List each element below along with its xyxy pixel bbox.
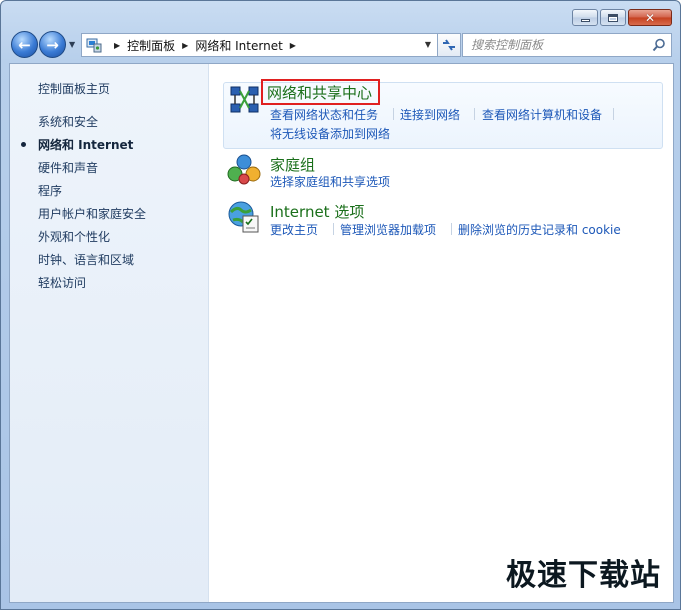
task-homegroup-sharing-options[interactable]: 选择家庭组和共享选项 [270, 173, 390, 190]
sidebar-item-control-panel-home[interactable]: 控制面板主页 [38, 80, 110, 97]
recent-pages-dropdown-icon[interactable]: ▼ [69, 40, 75, 49]
close-icon: ✕ [644, 10, 656, 25]
task-delete-browsing-history[interactable]: 删除浏览的历史记录和 cookie [458, 221, 621, 238]
refresh-icon [443, 39, 455, 51]
breadcrumb-separator-icon[interactable]: ▶ [182, 41, 188, 50]
category-title-network-sharing-center[interactable]: 网络和共享中心 [261, 79, 381, 105]
breadcrumb-separator-icon[interactable]: ▶ [290, 41, 296, 50]
breadcrumb-separator-icon[interactable]: ▶ [114, 41, 120, 50]
content-area: 控制面板主页 系统和安全 网络和 Internet 硬件和声音 程序 用户帐户和… [9, 63, 674, 603]
breadcrumb-control-panel[interactable]: 控制面板 [127, 37, 175, 54]
sidebar-item-user-accounts[interactable]: 用户帐户和家庭安全 [38, 205, 146, 222]
task-manage-browser-addons[interactable]: 管理浏览器加载项 [340, 221, 436, 238]
sidebar-item-hardware-sound[interactable]: 硬件和声音 [38, 159, 98, 176]
task-separator [333, 223, 334, 235]
category-title-internet-options[interactable]: Internet 选项 [270, 201, 364, 222]
maximize-icon [608, 13, 618, 22]
minimize-button[interactable] [572, 9, 598, 26]
navigation-bar: ← → ▼ ▶ 控制面板 ▶ 网络和 Internet ▶ ▼ [9, 31, 672, 59]
task-separator [451, 223, 452, 235]
minimize-icon [580, 19, 590, 22]
forward-button[interactable]: → [39, 31, 66, 58]
task-change-home-page[interactable]: 更改主页 [270, 221, 318, 238]
back-arrow-icon: ← [18, 35, 31, 54]
control-panel-icon [85, 37, 103, 53]
control-panel-window: ✕ ← → ▼ ▶ 控制面板 ▶ 网络和 Internet ▶ ▼ 搜索控制面板… [0, 0, 681, 610]
sidebar-item-network-internet[interactable]: 网络和 Internet [38, 136, 133, 153]
search-box[interactable] [462, 33, 672, 57]
sidebar-item-appearance[interactable]: 外观和个性化 [38, 228, 110, 245]
search-input[interactable] [471, 35, 655, 55]
watermark: 极速下载站 [506, 558, 661, 593]
task-view-network-computers[interactable]: 查看网络计算机和设备 [482, 106, 602, 123]
refresh-button[interactable] [437, 33, 461, 57]
task-separator [613, 108, 614, 120]
network-sharing-icon [229, 84, 263, 118]
main-panel: 网络和共享中心 查看网络状态和任务 连接到网络 查看网络计算机和设备 将无线设备… [209, 64, 673, 602]
task-add-wireless-device[interactable]: 将无线设备添加到网络 [270, 125, 390, 142]
breadcrumb-network-internet[interactable]: 网络和 Internet [195, 37, 282, 54]
address-dropdown-icon[interactable]: ▼ [425, 40, 431, 49]
internet-options-icon [227, 200, 261, 234]
sidebar: 控制面板主页 系统和安全 网络和 Internet 硬件和声音 程序 用户帐户和… [10, 64, 209, 602]
task-view-network-status[interactable]: 查看网络状态和任务 [270, 106, 378, 123]
sidebar-item-ease-of-access[interactable]: 轻松访问 [38, 274, 86, 291]
forward-arrow-icon: → [46, 35, 59, 54]
homegroup-icon [227, 152, 261, 186]
close-button[interactable]: ✕ [628, 9, 672, 26]
maximize-button[interactable] [600, 9, 626, 26]
caption-buttons: ✕ [572, 9, 672, 26]
task-connect-to-network[interactable]: 连接到网络 [400, 106, 460, 123]
task-separator [474, 108, 475, 120]
address-bar[interactable]: ▶ 控制面板 ▶ 网络和 Internet ▶ ▼ [81, 33, 438, 57]
sidebar-item-system-security[interactable]: 系统和安全 [38, 113, 98, 130]
back-button[interactable]: ← [11, 31, 38, 58]
active-bullet-icon [21, 142, 26, 147]
task-separator [393, 108, 394, 120]
category-title-homegroup[interactable]: 家庭组 [270, 154, 315, 175]
search-icon[interactable] [652, 38, 666, 52]
breadcrumb: ▶ 控制面板 ▶ 网络和 Internet ▶ [107, 37, 303, 54]
sidebar-item-clock-language-region[interactable]: 时钟、语言和区域 [38, 251, 134, 268]
sidebar-item-programs[interactable]: 程序 [38, 182, 62, 199]
